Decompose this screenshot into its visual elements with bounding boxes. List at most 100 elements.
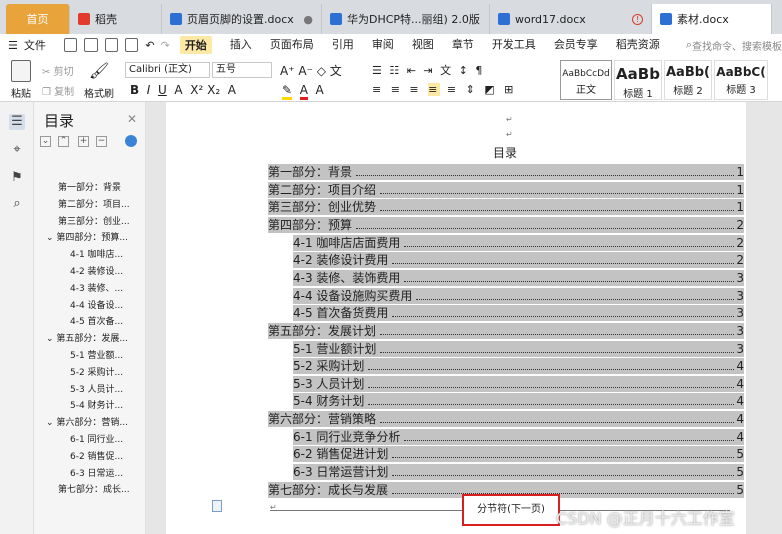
redo-icon[interactable]: ↷ (161, 39, 170, 52)
nav-item[interactable]: ⌄ 第四部分：预算... (46, 230, 142, 243)
toc-entry[interactable]: 5-2 采购计划 4 (268, 358, 744, 375)
nav-item[interactable]: 5-4 财务计... (70, 398, 142, 411)
menu-item-9[interactable]: 稻壳资源 (616, 36, 660, 54)
toc-entry[interactable]: 4-3 装修、装饰费用 3 (268, 269, 744, 286)
toc-leader (392, 464, 735, 477)
nav-item[interactable]: ⌄ 第六部分：营销... (46, 415, 142, 428)
chevron-down-icon[interactable]: ⌄ (46, 233, 56, 243)
style-heading-3[interactable]: AaBbC( 标题 3 (714, 60, 768, 100)
menu-item-8[interactable]: 会员专享 (554, 36, 598, 54)
outline-icon[interactable]: ☰ (9, 114, 25, 130)
nav-item[interactable]: 第七部分：成长... (58, 482, 142, 495)
tab-0[interactable]: 首页 (6, 4, 70, 34)
font-size-buttons[interactable]: A⁺ A⁻ ◇ 文 (280, 62, 342, 79)
menu-item-7[interactable]: 开发工具 (492, 36, 536, 54)
menu-item-5[interactable]: 视图 (412, 36, 434, 54)
copy-button[interactable]: ❐ 复制 (42, 83, 74, 98)
font-size-select[interactable]: 五号 (212, 62, 272, 78)
nav-item[interactable]: 4-2 装修设... (70, 264, 142, 277)
tab-4[interactable]: word17.docx! (490, 4, 652, 34)
toc-entry[interactable]: 6-3 日常运营计划 5 (268, 464, 744, 481)
menu-item-3[interactable]: 引用 (332, 36, 354, 54)
toc-leader (380, 199, 735, 212)
page-icon[interactable] (212, 500, 222, 512)
menu-item-6[interactable]: 章节 (452, 36, 474, 54)
menu-item-2[interactable]: 页面布局 (270, 36, 314, 54)
nav-item[interactable]: 6-2 销售促... (70, 449, 142, 462)
undo-icon[interactable]: ↶ (145, 39, 154, 52)
nav-item[interactable]: 4-1 咖啡店... (70, 247, 142, 260)
unsaved-dot-icon: ● (303, 12, 313, 26)
tab-5[interactable]: 素材.docx (652, 4, 772, 34)
paste-button[interactable]: 粘贴 (8, 60, 34, 100)
menu-item-1[interactable]: 插入 (230, 36, 252, 54)
toc-entry[interactable]: 第一部分：背景 1 (268, 164, 744, 180)
command-search-input[interactable]: 查找命令、搜索模板 (692, 38, 782, 53)
scissors-icon: ✂ (42, 67, 51, 78)
add-heading-icon[interactable]: + (78, 136, 89, 147)
toc-entry[interactable]: 第六部分：营销策略 4 (268, 411, 744, 428)
alignment-buttons[interactable]: ≡ ≡ ≡ ≡ ≡ ⇕ ◩ ⊞ (372, 83, 516, 96)
close-icon[interactable]: ✕ (127, 112, 137, 126)
print-preview-icon[interactable] (125, 38, 139, 52)
nav-item[interactable]: 5-1 营业额... (70, 348, 142, 361)
collapse-all-icon[interactable]: ⌃ (58, 136, 69, 147)
cut-button[interactable]: ✂ 剪切 (42, 63, 74, 78)
nav-item[interactable]: 4-3 装修、... (70, 281, 142, 294)
remove-heading-icon[interactable]: − (96, 136, 107, 147)
style-heading-2[interactable]: AaBb( 标题 2 (664, 60, 712, 100)
toc-entry[interactable]: 第四部分：预算 2 (268, 216, 744, 233)
format-painter-button[interactable]: 🖌 格式刷 (84, 60, 114, 100)
expand-all-icon[interactable]: ⌄ (40, 136, 51, 147)
style-heading-1[interactable]: AaBb 标题 1 (614, 60, 662, 100)
tab-1[interactable]: 稻壳 (70, 4, 162, 34)
nav-item[interactable]: 第一部分：背景 (58, 180, 142, 193)
tab-2[interactable]: 页眉页脚的设置.docx ● (162, 4, 322, 34)
nav-item[interactable]: 第二部分：项目... (58, 197, 142, 210)
font-style-buttons[interactable]: B I U A X² X₂ A (130, 83, 236, 97)
nav-item[interactable]: 5-3 人员计... (70, 382, 142, 395)
toc-entry[interactable]: 第五部分：发展计划 3 (268, 322, 744, 339)
toc-leader (392, 305, 735, 318)
toc-entry[interactable]: 6-2 销售促进计划 5 (268, 446, 744, 463)
toc-entry-label: 6-1 同行业竞争分析 (293, 429, 401, 444)
tab-3[interactable]: 华为DHCP特...丽组) 2.0版 (322, 4, 490, 34)
toc-entry[interactable]: 第二部分：项目介绍 1 (268, 181, 744, 198)
chapter-icon[interactable]: ⌖ (9, 142, 25, 158)
toc-entry-page: 2 (736, 217, 744, 232)
bookmark-icon[interactable]: ⚑ (9, 170, 25, 186)
smart-toc-icon[interactable] (125, 135, 137, 147)
save-icon[interactable] (63, 38, 78, 52)
chevron-down-icon[interactable]: ⌄ (46, 418, 56, 428)
toc-entry[interactable]: 5-4 财务计划 4 (268, 393, 744, 410)
search-icon[interactable]: ⌕ (9, 196, 25, 212)
nav-item[interactable]: 4-4 设备设... (70, 298, 142, 311)
hamburger-menu-icon[interactable]: ☰ (8, 39, 18, 52)
toc-entry-page: 3 (736, 341, 744, 356)
docer-icon (78, 13, 90, 25)
toc-entry[interactable]: 5-3 人员计划 4 (268, 375, 744, 392)
toc-entry[interactable]: 4-5 首次备货费用 3 (268, 305, 744, 322)
menu-item-0[interactable]: 开始 (179, 36, 212, 54)
paragraph-buttons[interactable]: ☰ ☷ ⇤ ⇥ 文 ↕ ¶ (372, 62, 484, 78)
style-normal[interactable]: AaBbCcDd 正文 (560, 60, 612, 100)
nav-item[interactable]: 6-1 同行业... (70, 432, 142, 445)
menu-item-4[interactable]: 审阅 (372, 36, 394, 54)
toc-entry[interactable]: 5-1 营业额计划 3 (268, 340, 744, 357)
print-icon[interactable] (104, 38, 118, 52)
export-pdf-icon[interactable] (84, 38, 98, 52)
highlight-color-buttons[interactable]: ✎ A A (282, 83, 324, 100)
toc-entry[interactable]: 4-4 设备设施购买费用 3 (268, 287, 744, 304)
nav-item[interactable]: 5-2 采购计... (70, 365, 142, 378)
toc-entry[interactable]: 6-1 同行业竞争分析 4 (268, 428, 744, 445)
nav-item[interactable]: 第三部分：创业... (58, 214, 142, 227)
chevron-down-icon[interactable]: ⌄ (46, 334, 56, 344)
toc-entry[interactable]: 第三部分：创业优势 1 (268, 199, 744, 216)
toc-entry[interactable]: 4-1 咖啡店店面费用 2 (268, 234, 744, 251)
toc-entry[interactable]: 4-2 装修设计费用 2 (268, 252, 744, 269)
font-name-select[interactable]: Calibri (正文) (125, 62, 210, 78)
nav-item[interactable]: ⌄ 第五部分：发展... (46, 331, 142, 344)
nav-item[interactable]: 4-5 首次备... (70, 314, 142, 327)
nav-item[interactable]: 6-3 日常运... (70, 466, 142, 479)
file-menu[interactable]: 文件 (24, 37, 46, 53)
